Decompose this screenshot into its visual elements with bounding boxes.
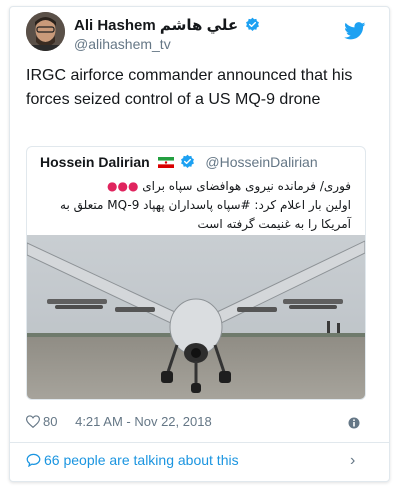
iran-flag-icon (157, 157, 174, 168)
verified-badge-icon (246, 17, 260, 31)
quoted-tweet[interactable]: Hossein Dalirian @HosseinDalirian فوری/ … (26, 146, 366, 400)
tweet-meta: 80 4:21 AM - Nov 22, 2018 (26, 414, 212, 429)
drone-photo[interactable] (27, 235, 365, 400)
chevron-right-icon[interactable]: › (350, 452, 355, 470)
quoted-text: فوری/ فرمانده نیروی هوافضای سپاه برای ●●… (51, 177, 351, 234)
avatar-photo (26, 12, 65, 51)
quoted-text-line3: آمریکا را به غنیمت گرفته است (197, 217, 351, 231)
quoted-text-line-1: فوری/ فرمانده نیروی هوافضای سپاه برای ●●… (51, 177, 351, 196)
info-icon[interactable] (348, 417, 360, 429)
twitter-bird-icon[interactable] (344, 22, 366, 40)
tweet-timestamp[interactable]: 4:21 AM - Nov 22, 2018 (75, 414, 212, 429)
author-name-arabic[interactable]: علي هاشم (160, 17, 238, 34)
quoted-text-line1: فوری/ فرمانده نیروی هوافضای سپاه برای (142, 179, 351, 193)
quoted-author-handle[interactable]: @HosseinDalirian (205, 154, 317, 170)
divider (9, 442, 390, 443)
talking-count-text[interactable]: 66 people are talking about this (44, 452, 239, 468)
author-name-line[interactable]: Ali Hashem علي هاشم (74, 16, 260, 34)
tweet-text: IRGC airforce commander announced that h… (26, 67, 353, 108)
red-circle-icons: ●●● (107, 179, 139, 193)
quoted-header: Hossein Dalirian @HosseinDalirian (40, 154, 318, 170)
like-count[interactable]: 80 (43, 414, 57, 429)
quoted-text-line2: اولین بار اعلام کرد: #سپاه پاسداران پهپا… (60, 198, 351, 212)
author-name[interactable]: Ali Hashem (74, 17, 156, 34)
quoted-author-name[interactable]: Hossein Dalirian (40, 154, 150, 170)
verified-badge-icon (181, 154, 195, 168)
conversation-link[interactable]: 66 people are talking about this (26, 452, 239, 468)
avatar[interactable] (26, 12, 65, 51)
author-handle[interactable]: @alihashem_tv (74, 36, 171, 52)
heart-icon[interactable] (26, 415, 40, 428)
speech-bubble-icon (26, 453, 41, 467)
